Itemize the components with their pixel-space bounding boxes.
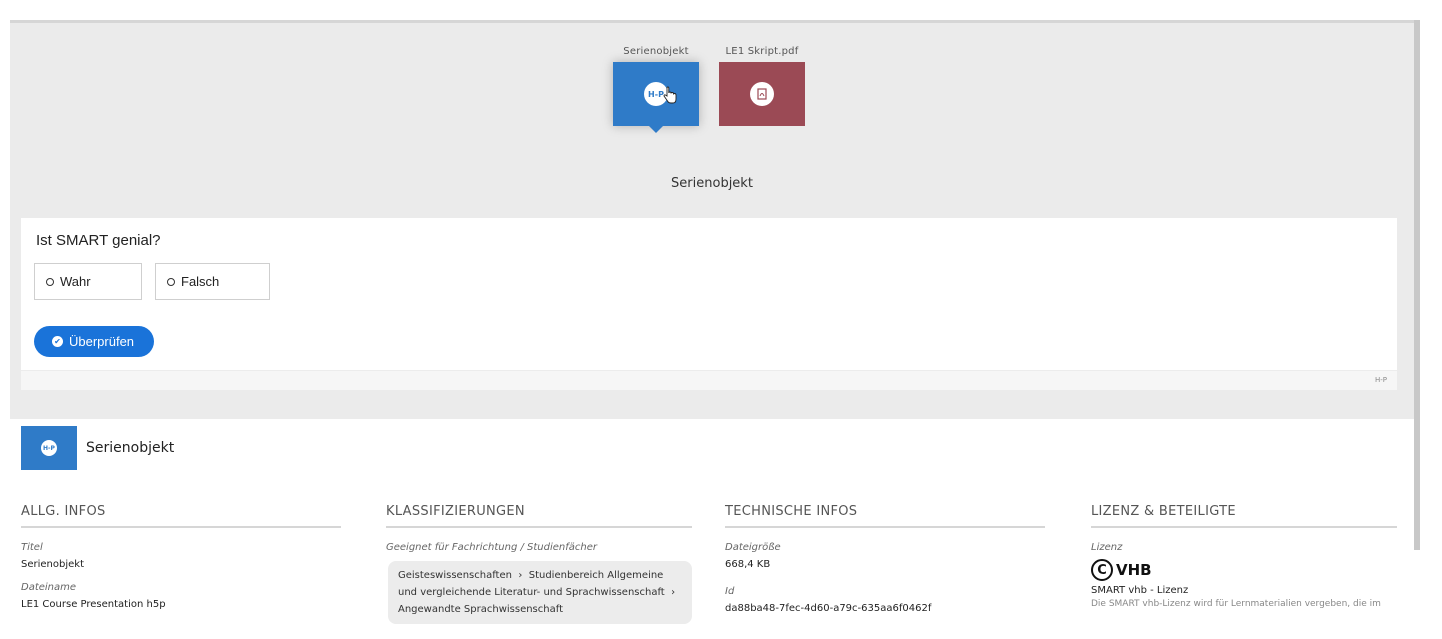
technical-section: TECHNISCHE INFOS Dateigröße 668,4 KB Id …: [725, 504, 1045, 614]
classification-section: KLASSIFIZIERUNGEN Geeignet für Fachricht…: [386, 504, 692, 624]
pdf-tile[interactable]: [719, 62, 805, 126]
pdf-file-icon: [757, 88, 767, 100]
license-label: Lizenz: [1091, 542, 1123, 553]
carousel-item-label: Serienobjekt: [623, 46, 689, 57]
carousel-item-pdf[interactable]: LE1 Skript.pdf: [719, 46, 805, 126]
answer-true[interactable]: Wahr: [34, 263, 142, 300]
id-value: da88ba48-7fec-4d60-a79c-635aa6f0462f: [725, 603, 932, 614]
answer-label: Wahr: [60, 274, 91, 289]
filename-label: Dateiname: [21, 582, 77, 593]
selected-item-title: Serienobjekt: [671, 176, 753, 191]
selected-indicator: [649, 126, 663, 133]
h5p-logo: H-P: [1374, 376, 1387, 384]
tag-part: Angewandte Sprachwissenschaft: [398, 604, 563, 615]
radio-icon: [46, 277, 54, 286]
license-section: LIZENZ & BETEILIGTE Lizenz C VHB SMART v…: [1091, 504, 1397, 609]
radio-icon: [167, 277, 175, 286]
detail-title: Serienobjekt: [86, 440, 175, 456]
detail-header: H-P Serienobjekt: [21, 426, 174, 470]
title-label: Titel: [21, 542, 43, 553]
license-logo: C VHB: [1091, 559, 1397, 581]
answer-false[interactable]: Falsch: [155, 263, 270, 300]
id-label: Id: [725, 586, 735, 597]
section-heading: LIZENZ & BETEILIGTE: [1091, 504, 1397, 528]
quiz-question: Ist SMART genial?: [36, 232, 161, 249]
checkmark-icon: ✔: [52, 336, 63, 347]
quiz-panel: Ist SMART genial? Wahr Falsch ✔ Überprüf…: [21, 218, 1397, 390]
classification-tag[interactable]: Geisteswissenschaften › Studienbereich A…: [388, 561, 692, 624]
check-button-label: Überprüfen: [69, 334, 135, 349]
filename-value: LE1 Course Presentation h5p: [21, 599, 166, 610]
detail-h5p-icon: H-P: [21, 426, 77, 470]
section-heading: KLASSIFIZIERUNGEN: [386, 504, 692, 528]
check-button[interactable]: ✔ Überprüfen: [34, 326, 154, 357]
carousel-item-serienobjekt[interactable]: Serienobjekt H-P: [613, 46, 699, 133]
h5p-icon: H-P: [41, 440, 57, 456]
size-value: 668,4 KB: [725, 559, 771, 570]
answer-label: Falsch: [181, 274, 220, 289]
license-name: SMART vhb - Lizenz: [1091, 585, 1189, 596]
size-label: Dateigröße: [725, 542, 781, 553]
title-value: Serienobjekt: [21, 559, 84, 570]
chevron-right-icon: ›: [667, 587, 679, 598]
general-info-section: ALLG. INFOS Titel Serienobjekt Dateiname…: [21, 504, 341, 610]
hand-cursor-icon: [663, 86, 677, 104]
carousel-item-label: LE1 Skript.pdf: [725, 46, 799, 57]
suited-label: Geeignet für Fachrichtung / Studienfäche…: [386, 542, 598, 553]
copyright-icon: C: [1091, 559, 1113, 581]
quiz-footer: H-P: [21, 370, 1397, 390]
vhb-logo-text: VHB: [1116, 561, 1152, 579]
h5p-tile[interactable]: H-P: [613, 62, 699, 133]
pdf-icon: [750, 82, 774, 106]
tag-part: Geisteswissenschaften: [398, 570, 512, 581]
chevron-right-icon: ›: [515, 570, 526, 581]
scrollbar[interactable]: [1414, 20, 1420, 550]
license-description: Die SMART vhb-Lizenz wird für Lernmateri…: [1091, 599, 1381, 609]
section-heading: ALLG. INFOS: [21, 504, 341, 528]
section-heading: TECHNISCHE INFOS: [725, 504, 1045, 528]
